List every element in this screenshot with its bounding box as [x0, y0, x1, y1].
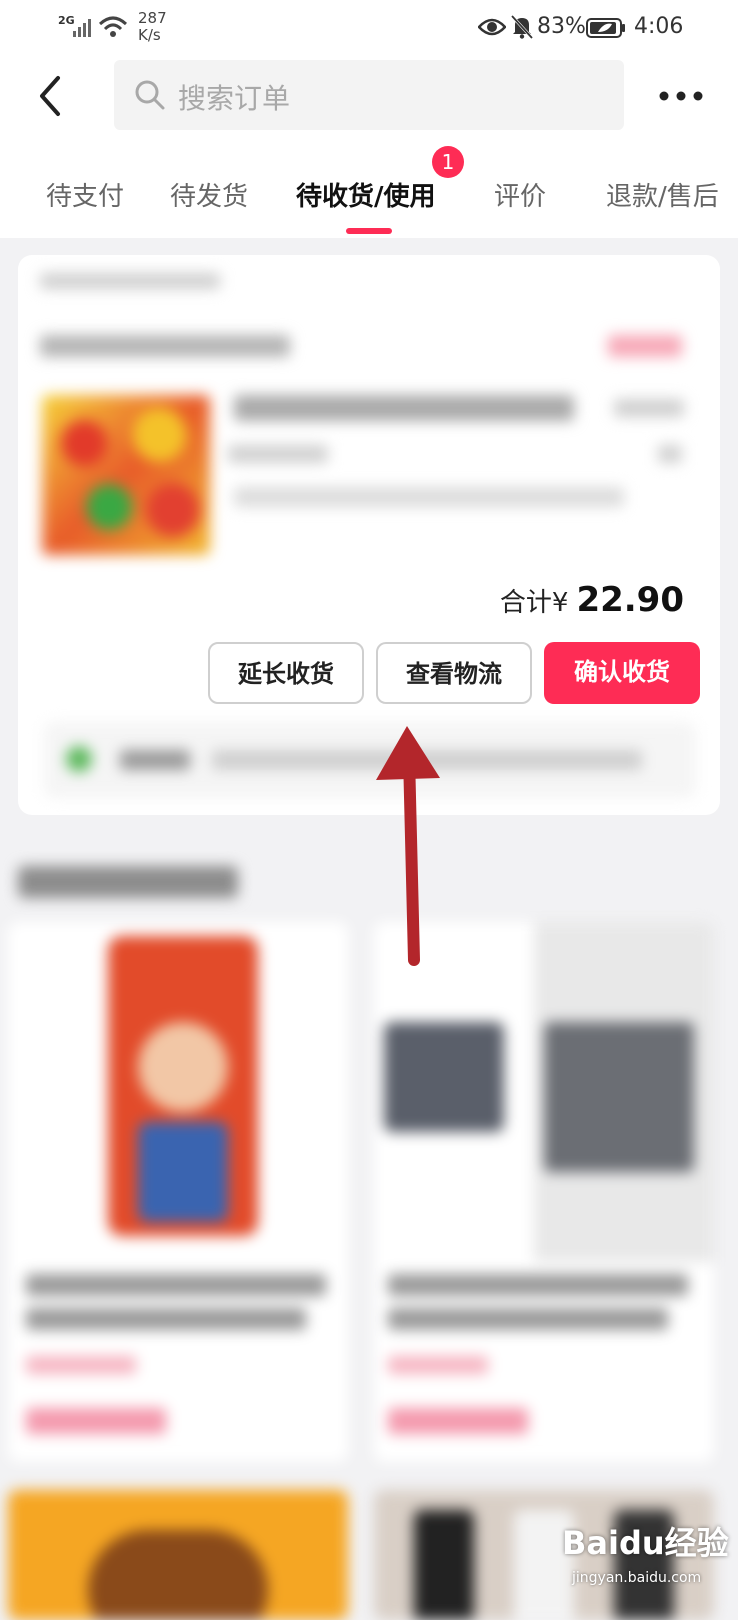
wifi-icon	[98, 16, 128, 37]
search-input[interactable]: 搜索订单	[114, 60, 624, 130]
confirm-receipt-button[interactable]: 确认收货	[544, 642, 700, 704]
recommendation-card[interactable]	[8, 922, 348, 1462]
tab-pending-receipt[interactable]: 待收货/使用	[296, 176, 436, 213]
more-icon[interactable]	[656, 76, 706, 116]
tab-refund[interactable]: 退款/售后	[606, 176, 719, 213]
active-tab-indicator	[346, 228, 392, 234]
mute-bell-icon	[510, 14, 534, 40]
watermark-url: jingyan.baidu.com	[572, 1570, 702, 1586]
network-speed: 287 K/s	[138, 9, 167, 44]
signal-icon	[73, 19, 91, 37]
baidu-watermark-logo: Baidu经验 jingyan.baidu.com	[562, 1518, 732, 1594]
eye-icon	[478, 18, 506, 36]
battery-percent: 83%	[537, 14, 586, 39]
total-label: 合计¥	[499, 588, 569, 618]
recommendation-card[interactable]	[374, 922, 714, 1462]
extend-receipt-button[interactable]: 延长收货	[208, 642, 364, 704]
search-placeholder: 搜索订单	[178, 82, 291, 115]
recommendation-title	[18, 866, 238, 898]
header: 搜索订单	[0, 56, 738, 140]
total-value: 22.90	[576, 580, 684, 620]
tab-pending-payment[interactable]: 待支付	[46, 176, 124, 213]
recommendation-card[interactable]	[8, 1490, 348, 1620]
status-bar: 2G 287 K/s 83% 4:06	[0, 0, 738, 56]
search-icon	[135, 80, 165, 110]
tab-badge: 1	[432, 146, 464, 178]
clock: 4:06	[634, 14, 684, 39]
tab-review[interactable]: 评价	[494, 176, 546, 213]
order-total: 合计¥ 22.90	[500, 580, 684, 620]
watermark-logo-text: Baidu经验	[562, 1524, 729, 1562]
back-arrow-icon[interactable]	[28, 70, 76, 122]
view-logistics-button[interactable]: 查看物流	[376, 642, 532, 704]
battery-icon	[586, 18, 625, 38]
order-status-tabs: 待支付 待发货 待收货/使用 1 评价 退款/售后	[0, 140, 738, 238]
logistics-status-bar[interactable]	[44, 722, 696, 798]
product-image[interactable]	[42, 395, 210, 555]
tab-pending-shipment[interactable]: 待发货	[170, 176, 248, 213]
